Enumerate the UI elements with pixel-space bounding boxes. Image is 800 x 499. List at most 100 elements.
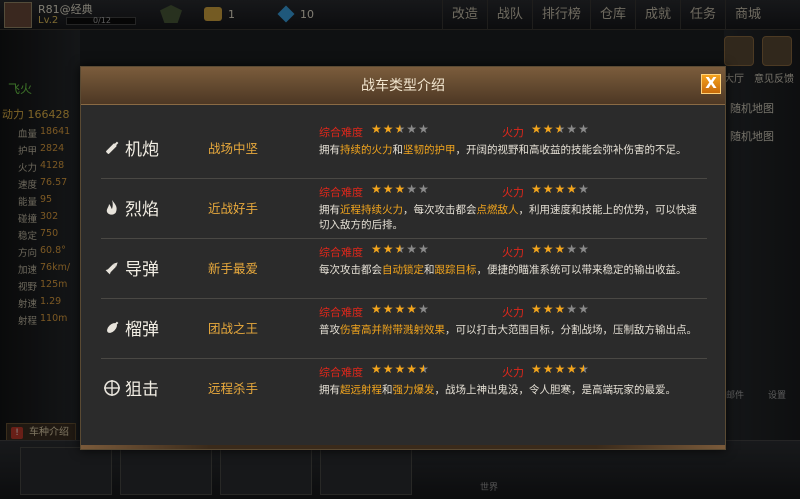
vehicle-type-name: 机炮 <box>125 140 159 160</box>
difficulty-label: 综合难度 <box>319 246 363 259</box>
firepower-label: 火力 <box>502 186 524 199</box>
vehicle-type-description: 普攻伤害高并附带溅射效果，可以打击大范围目标，分割战场，压制敌方输出点。 <box>319 323 707 338</box>
description-highlight: 伤害高并附带溅射效果 <box>340 324 445 336</box>
difficulty-rating: ★★★★★ <box>371 362 430 376</box>
difficulty-rating: ★★★★★ <box>371 122 430 136</box>
vehicle-type-tag: 远程杀手 <box>208 381 259 396</box>
vehicle-type-description: 每次攻击都会自动锁定和跟踪目标，便捷的瞄准系统可以带来稳定的输出收益。 <box>319 263 707 278</box>
dialog-title: 战车类型介绍 <box>361 78 445 94</box>
difficulty-star: ★ <box>418 122 430 136</box>
description-text: 和 <box>424 264 435 276</box>
firepower-star: ★ <box>542 182 555 196</box>
vehicle-type-name: 导弹 <box>125 260 159 280</box>
difficulty-star: ★ <box>418 182 430 196</box>
description-text: 拥有 <box>319 144 340 156</box>
difficulty-star: ★ <box>371 182 383 196</box>
firepower-label: 火力 <box>502 126 524 139</box>
difficulty-rating: ★★★★★ <box>371 242 430 256</box>
difficulty-star: ★ <box>371 122 383 136</box>
description-text: 和 <box>382 384 393 396</box>
difficulty-star: ★ <box>418 302 430 316</box>
vehicle-type-row: 导弹 新手最爱 综合难度 ★★★★★ 火力 ★★★★★ 每次攻击都会自动锁定和跟踪目标，便捷… <box>101 239 707 299</box>
vehicle-type-list: 机炮 战场中坚 综合难度 ★★★★★ 火力 ★★★★★ 拥有持续的火力和坚韧的护甲，开阔的视… <box>101 119 707 419</box>
description-highlight: 超远射程 <box>340 384 382 396</box>
firepower-star: ★ <box>554 242 567 256</box>
description-text: 普攻 <box>319 324 340 336</box>
difficulty-star: ★ <box>406 182 419 196</box>
vehicle-type-tag: 近战好手 <box>208 201 259 216</box>
description-text: ，开阔的视野和高收益的技能会弥补伤害的不足。 <box>455 144 687 156</box>
firepower-rating: ★★★★★ <box>531 122 590 136</box>
difficulty-label: 综合难度 <box>319 126 363 139</box>
difficulty-star: ★ <box>394 302 407 316</box>
firepower-star: ★ <box>554 362 567 376</box>
difficulty-star: ★ <box>382 242 395 256</box>
firepower-rating: ★★★★★ <box>531 182 590 196</box>
difficulty-rating: ★★★★★ <box>371 302 430 316</box>
difficulty-star: ★ <box>394 362 407 376</box>
firepower-star: ★ <box>554 122 567 136</box>
difficulty-label: 综合难度 <box>319 366 363 379</box>
flame-icon <box>103 199 121 217</box>
firepower-star: ★ <box>554 182 567 196</box>
description-highlight: 自动锁定 <box>382 264 424 276</box>
firepower-star: ★ <box>531 302 543 316</box>
description-text: ，便捷的瞄准系统可以带来稳定的输出收益。 <box>476 264 687 276</box>
description-text: 拥有 <box>319 384 340 396</box>
firepower-star: ★ <box>578 122 590 136</box>
vehicle-type-dialog: 战车类型介绍 X 机炮 战场中坚 综合难度 ★★★★★ 火力 ★★★★★ 拥有持续的火力和坚… <box>80 66 726 450</box>
firepower-label: 火力 <box>502 366 524 379</box>
grenade-icon <box>103 319 121 337</box>
description-highlight: 持续的火力 <box>340 144 393 156</box>
difficulty-star: ★ <box>371 242 383 256</box>
missile-icon <box>103 259 121 277</box>
difficulty-star: ★ <box>382 182 395 196</box>
difficulty-star: ★ <box>406 242 419 256</box>
vehicle-type-tag: 团战之王 <box>208 321 259 336</box>
firepower-rating: ★★★★★ <box>531 362 590 376</box>
firepower-star: ★ <box>578 182 590 196</box>
firepower-star: ★ <box>531 362 543 376</box>
description-text: ，可以打击大范围目标，分割战场，压制敌方输出点。 <box>445 324 697 336</box>
firepower-star: ★ <box>531 242 543 256</box>
firepower-star: ★ <box>531 122 543 136</box>
firepower-star: ★ <box>542 122 555 136</box>
description-highlight: 点燃敌人 <box>476 204 519 216</box>
firepower-star: ★ <box>578 242 590 256</box>
vehicle-type-row: 狙击 远程杀手 综合难度 ★★★★★ 火力 ★★★★★ 拥有超远射程和强力爆发，战场上神出鬼… <box>101 359 707 419</box>
difficulty-rating: ★★★★★ <box>371 182 430 196</box>
close-button[interactable]: X <box>701 74 721 94</box>
dialog-bottom-border <box>81 445 725 449</box>
firepower-rating: ★★★★★ <box>531 242 590 256</box>
firepower-star: ★ <box>566 122 579 136</box>
firepower-star: ★ <box>566 302 579 316</box>
firepower-rating: ★★★★★ <box>531 302 590 316</box>
firepower-label: 火力 <box>502 306 524 319</box>
difficulty-star: ★ <box>406 362 419 376</box>
machine-gun-icon <box>103 139 121 157</box>
difficulty-star: ★ <box>382 362 395 376</box>
vehicle-type-name: 榴弹 <box>125 320 159 340</box>
difficulty-star: ★ <box>394 182 407 196</box>
firepower-star: ★ <box>566 182 579 196</box>
vehicle-type-description: 拥有近程持续火力，每次攻击都会点燃敌人，利用速度和技能上的优势，可以快速切入敌方… <box>319 203 707 233</box>
vehicle-type-tag: 新手最爱 <box>208 261 259 276</box>
difficulty-star: ★ <box>382 122 395 136</box>
firepower-star: ★ <box>578 362 590 376</box>
difficulty-star: ★ <box>382 302 395 316</box>
vehicle-type-name: 烈焰 <box>125 200 159 220</box>
crosshair-icon <box>103 379 121 397</box>
description-text: 每次攻击都会 <box>319 264 382 276</box>
vehicle-type-tag: 战场中坚 <box>208 141 259 156</box>
description-text: ，战场上神出鬼没，令人胆寒，是高端玩家的最爱。 <box>434 384 677 396</box>
difficulty-star: ★ <box>394 242 407 256</box>
difficulty-star: ★ <box>418 362 430 376</box>
description-text: 和 <box>392 144 404 156</box>
difficulty-star: ★ <box>394 122 407 136</box>
vehicle-type-name: 狙击 <box>125 380 159 400</box>
firepower-star: ★ <box>566 362 579 376</box>
firepower-label: 火力 <box>502 246 524 259</box>
difficulty-star: ★ <box>371 362 383 376</box>
firepower-star: ★ <box>542 242 555 256</box>
vehicle-type-description: 拥有持续的火力和坚韧的护甲，开阔的视野和高收益的技能会弥补伤害的不足。 <box>319 143 707 158</box>
